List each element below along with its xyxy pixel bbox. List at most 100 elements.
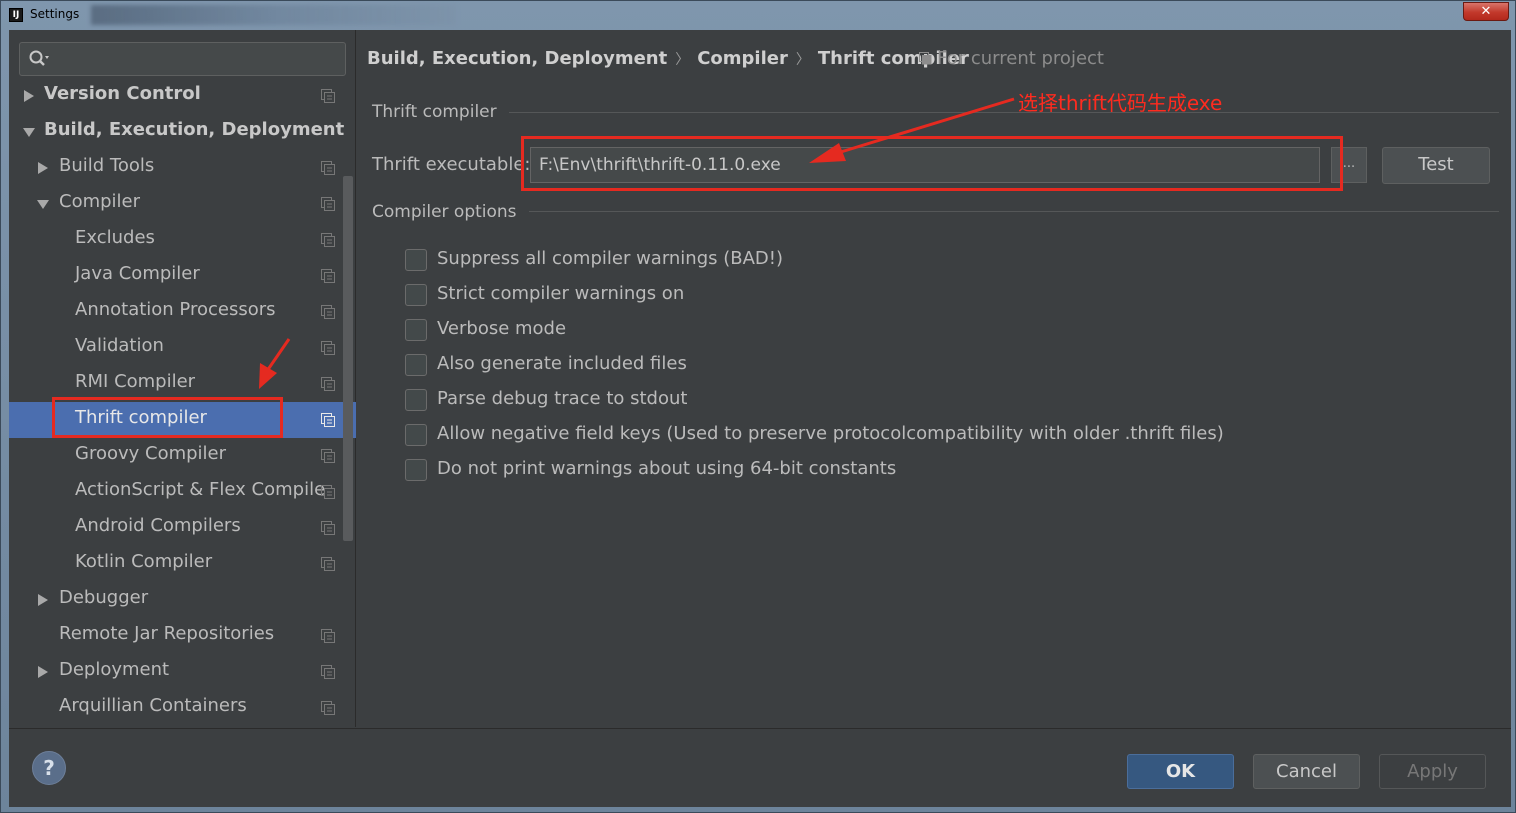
- tree-item[interactable]: Arquillian Containers: [9, 690, 356, 726]
- tree-item-label: Remote Jar Repositories: [59, 623, 275, 644]
- tree-item-label: Kotlin Compiler: [75, 551, 213, 572]
- option-label: Also generate included files: [437, 353, 687, 374]
- tree-item-label: Java Compiler: [75, 263, 200, 284]
- project-scope-icon: [321, 161, 335, 175]
- settings-sidebar: Version Control Build, Execution, Deploym…: [9, 30, 356, 727]
- annotation-highlight-selected-item: [52, 397, 283, 438]
- tree-item[interactable]: Compiler: [9, 186, 356, 222]
- tree-item[interactable]: Build, Execution, Deployment: [9, 114, 356, 150]
- tree-item-label: ActionScript & Flex Compile: [75, 479, 326, 500]
- project-scope-icon: [321, 629, 335, 643]
- tree-item-label: Groovy Compiler: [75, 443, 227, 464]
- test-button[interactable]: Test: [1382, 147, 1490, 184]
- project-scope-icon: [321, 341, 335, 355]
- project-scope-icon: [321, 269, 335, 283]
- dialog-button-bar: ? OK Cancel Apply: [9, 728, 1511, 807]
- option-label: Allow negative field keys (Used to prese…: [437, 423, 1224, 444]
- project-scope-icon: [321, 521, 335, 535]
- blurred-title-area: [91, 5, 456, 25]
- scope-indicator: For current project: [919, 48, 1104, 69]
- project-scope-icon: [321, 305, 335, 319]
- collapsed-arrow-icon[interactable]: [37, 594, 49, 606]
- tree-item-label: Android Compilers: [75, 515, 241, 536]
- breadcrumb-separator: 〉: [795, 52, 810, 68]
- tree-item[interactable]: Java Compiler: [9, 258, 356, 294]
- sidebar-scrollbar[interactable]: [343, 176, 353, 541]
- tree-item[interactable]: Excludes: [9, 222, 356, 258]
- tree-item[interactable]: Build Tools: [9, 150, 356, 186]
- project-scope-icon: [321, 377, 335, 391]
- settings-window: IJ Settings ✕ Version Control Build, Exec…: [0, 0, 1516, 813]
- project-scope-icon: [919, 52, 932, 65]
- tree-item[interactable]: Kotlin Compiler: [9, 546, 356, 582]
- tree-item-label: Validation: [75, 335, 164, 356]
- tree-item[interactable]: Annotation Processors: [9, 294, 356, 330]
- thrift-group-title: Thrift compiler: [372, 102, 497, 122]
- tree-item-label: Build, Execution, Deployment: [44, 119, 345, 140]
- tree-item-label: Version Control: [44, 83, 201, 104]
- collapsed-arrow-icon[interactable]: [23, 90, 35, 102]
- breadcrumb: Build, Execution, Deployment 〉 Compiler 〉 Th…: [367, 48, 969, 69]
- tree-item-label: RMI Compiler: [75, 371, 196, 392]
- option-label: Do not print warnings about using 64-bit…: [437, 458, 897, 479]
- thrift-executable-label: Thrift executable:: [372, 154, 531, 175]
- window-title: Settings: [30, 7, 80, 21]
- project-scope-icon: [321, 557, 335, 571]
- tree-item[interactable]: ActionScript & Flex Compile: [9, 474, 356, 510]
- tree-item[interactable]: Android Compilers: [9, 510, 356, 546]
- option-checkbox[interactable]: [405, 424, 427, 446]
- project-scope-icon: [321, 665, 335, 679]
- option-checkbox[interactable]: [405, 459, 427, 481]
- tree-item[interactable]: Debugger: [9, 582, 356, 618]
- tree-item[interactable]: Deployment: [9, 654, 356, 690]
- project-scope-icon: [321, 233, 335, 247]
- project-scope-icon: [321, 701, 335, 715]
- close-button[interactable]: ✕: [1463, 2, 1509, 21]
- option-label: Parse debug trace to stdout: [437, 388, 688, 409]
- breadcrumb-separator: 〉: [675, 52, 690, 68]
- tree-item-label: Arquillian Containers: [59, 695, 247, 716]
- compiler-options-title: Compiler options: [372, 202, 517, 222]
- option-checkbox[interactable]: [405, 319, 427, 341]
- intellij-app-icon: IJ: [9, 8, 23, 22]
- project-scope-icon: [321, 89, 335, 103]
- tree-item[interactable]: Remote Jar Repositories: [9, 618, 356, 654]
- breadcrumb-part-compiler: Compiler: [697, 48, 788, 69]
- tree-item-label: Excludes: [75, 227, 155, 248]
- annotation-highlight-executable: [521, 136, 1343, 191]
- tree-item[interactable]: Validation: [9, 330, 356, 366]
- cancel-button[interactable]: Cancel: [1253, 754, 1360, 789]
- tree-item-label: Deployment: [59, 659, 170, 680]
- option-checkbox[interactable]: [405, 354, 427, 376]
- project-scope-icon: [321, 449, 335, 463]
- project-scope-icon: [321, 485, 335, 499]
- title-bar[interactable]: IJ Settings ✕: [1, 1, 1515, 30]
- scope-label: For current project: [937, 48, 1104, 69]
- expanded-arrow-icon[interactable]: [37, 198, 49, 210]
- apply-button[interactable]: Apply: [1379, 754, 1486, 789]
- search-input[interactable]: [19, 42, 346, 76]
- annotation-text: 选择thrift代码生成exe: [1018, 91, 1223, 115]
- group-divider: [529, 211, 1499, 212]
- settings-content: Build, Execution, Deployment 〉 Compiler 〉 Th…: [357, 30, 1511, 727]
- option-checkbox[interactable]: [405, 284, 427, 306]
- expanded-arrow-icon[interactable]: [23, 126, 35, 138]
- option-label: Suppress all compiler warnings (BAD!): [437, 248, 784, 269]
- project-scope-icon: [321, 413, 335, 427]
- tree-item-label: Debugger: [59, 587, 149, 608]
- tree-item[interactable]: Version Control: [9, 78, 356, 114]
- tree-item-label: Annotation Processors: [75, 299, 276, 320]
- option-checkbox[interactable]: [405, 249, 427, 271]
- help-button[interactable]: ?: [32, 751, 66, 785]
- collapsed-arrow-icon[interactable]: [37, 162, 49, 174]
- group-divider: [509, 112, 1499, 113]
- collapsed-arrow-icon[interactable]: [37, 666, 49, 678]
- option-checkbox[interactable]: [405, 389, 427, 411]
- breadcrumb-part-build: Build, Execution, Deployment: [367, 48, 668, 69]
- project-scope-icon: [321, 197, 335, 211]
- option-label: Verbose mode: [437, 318, 567, 339]
- search-icon: [29, 50, 49, 66]
- ok-button[interactable]: OK: [1127, 754, 1234, 789]
- tree-item-label: Compiler: [59, 191, 141, 212]
- tree-item[interactable]: Groovy Compiler: [9, 438, 356, 474]
